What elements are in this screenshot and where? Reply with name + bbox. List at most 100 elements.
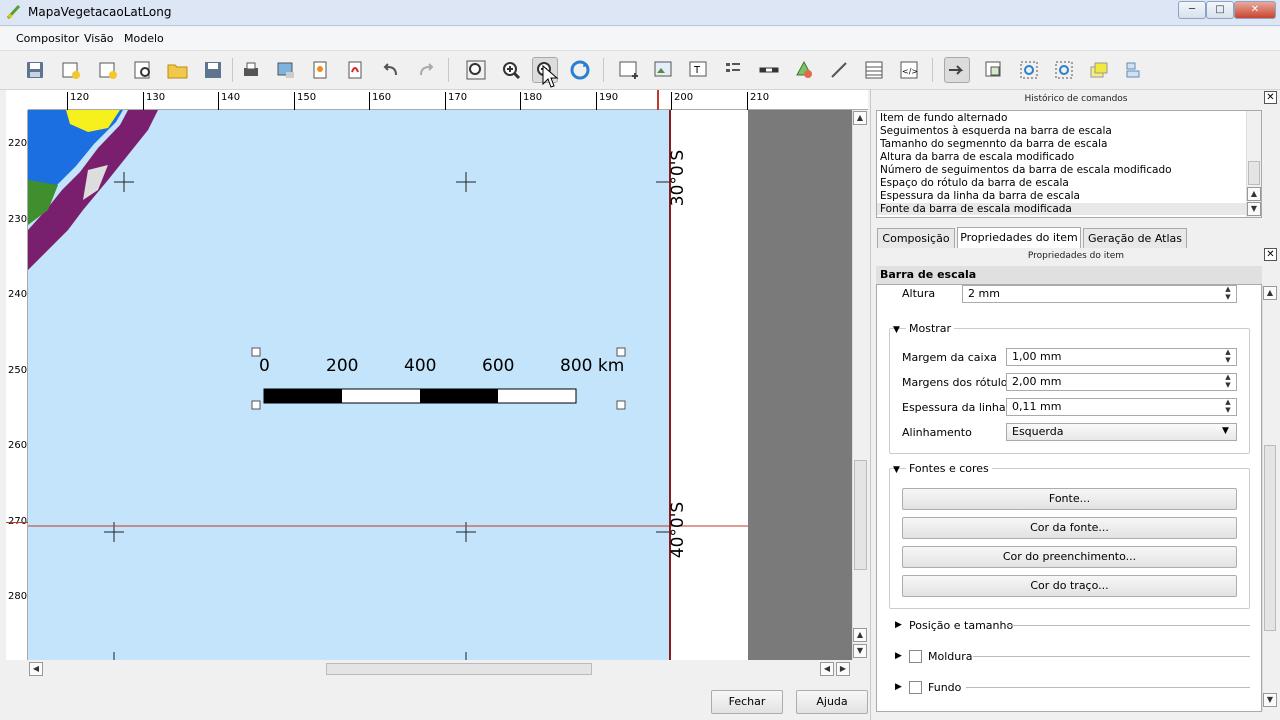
add-scalebar-icon[interactable] bbox=[756, 57, 782, 83]
props-scrollbar[interactable]: ▲ ▼ bbox=[1262, 285, 1277, 711]
cor-traco-button[interactable]: Cor do traço... bbox=[902, 575, 1237, 597]
command-history-list[interactable]: Item de fundo alternado Seguimentos à es… bbox=[876, 110, 1262, 218]
edit-nodes-icon[interactable] bbox=[1016, 57, 1042, 83]
zoom-full-icon[interactable] bbox=[463, 57, 489, 83]
duplicate-composer-icon[interactable] bbox=[95, 57, 121, 83]
mostrar-section-label: Mostrar bbox=[906, 322, 955, 335]
fontes-cores-collapse-icon[interactable]: ▼ bbox=[893, 465, 900, 475]
close-props-icon[interactable]: ✕ bbox=[1264, 248, 1277, 261]
scalebar-label-0: 0 bbox=[259, 356, 270, 376]
history-item[interactable]: Número de seguimentos da barra de escala… bbox=[880, 164, 1172, 176]
history-item[interactable]: Item de fundo alternado bbox=[880, 112, 1007, 124]
add-legend-icon[interactable] bbox=[721, 57, 747, 83]
add-map-icon[interactable] bbox=[616, 57, 642, 83]
print-icon[interactable] bbox=[238, 57, 264, 83]
espessura-linha-spinner-icon[interactable]: ▲ ▼ bbox=[1221, 398, 1235, 416]
tab-composicao[interactable]: Composição bbox=[877, 228, 955, 248]
history-item[interactable]: Seguimentos à esquerda na barra de escal… bbox=[880, 125, 1112, 137]
item-title: Barra de escala bbox=[876, 266, 1262, 284]
tab-propriedades-item[interactable]: Propriedades do item bbox=[957, 227, 1081, 248]
posicao-section-label[interactable]: Posição e tamanho bbox=[909, 619, 1013, 632]
close-history-icon[interactable]: ✕ bbox=[1264, 91, 1277, 104]
add-html-icon[interactable]: </> bbox=[896, 57, 922, 83]
qgis-app-icon bbox=[6, 4, 21, 20]
composer-manager-icon[interactable] bbox=[130, 57, 156, 83]
add-image-icon[interactable] bbox=[651, 57, 677, 83]
espessura-linha-label: Espessura da linha bbox=[902, 401, 1006, 414]
scalebar-label-400: 400 bbox=[404, 356, 437, 376]
cor-preenchimento-button[interactable]: Cor do preenchimento... bbox=[902, 546, 1237, 568]
altura-field[interactable]: 2 mm bbox=[962, 285, 1237, 303]
fundo-checkbox[interactable] bbox=[909, 681, 922, 694]
history-item-selected[interactable]: Fonte da barra de escala modificada bbox=[877, 203, 1247, 215]
new-composer-icon[interactable] bbox=[58, 57, 84, 83]
vertical-scrollbar[interactable]: ▲ ▲ ▼ bbox=[852, 110, 868, 660]
open-template-icon[interactable] bbox=[165, 57, 191, 83]
raise-item-icon[interactable] bbox=[1086, 57, 1112, 83]
maximize-button[interactable]: □ bbox=[1206, 1, 1234, 19]
margens-rotulos-label: Margens dos rótulos bbox=[902, 376, 1014, 389]
tab-geracao-atlas[interactable]: Geração de Atlas bbox=[1083, 228, 1187, 248]
margens-rotulos-spinner-icon[interactable]: ▲ ▼ bbox=[1221, 373, 1235, 391]
margem-caixa-field[interactable]: 1,00 mm bbox=[1006, 348, 1237, 366]
margens-rotulos-field[interactable]: 2,00 mm bbox=[1006, 373, 1237, 391]
window-title: MapaVegetacaoLatLong bbox=[28, 5, 172, 19]
menu-modelo[interactable]: Modelo bbox=[124, 32, 164, 45]
pan-composer-icon[interactable] bbox=[1051, 57, 1077, 83]
export-pdf-icon[interactable] bbox=[343, 57, 369, 83]
redo-icon[interactable] bbox=[413, 57, 439, 83]
save-icon[interactable] bbox=[22, 57, 48, 83]
altura-label: Altura bbox=[902, 287, 936, 300]
altura-spinner-icon[interactable]: ▲ ▼ bbox=[1221, 285, 1235, 303]
zoom-in-icon[interactable] bbox=[498, 57, 524, 83]
menu-compositor[interactable]: Compositor bbox=[16, 32, 79, 45]
history-item[interactable]: Altura da barra de escala modificado bbox=[880, 151, 1074, 163]
fontes-cores-section-label: Fontes e cores bbox=[906, 462, 992, 475]
history-item[interactable]: Tamanho do segmennto da barra de escala bbox=[880, 138, 1107, 150]
undo-icon[interactable] bbox=[378, 57, 404, 83]
add-arrow-icon[interactable] bbox=[826, 57, 852, 83]
chevron-down-icon[interactable]: ▼ bbox=[1222, 426, 1229, 436]
add-shape-icon[interactable] bbox=[791, 57, 817, 83]
save-template-icon[interactable] bbox=[200, 57, 226, 83]
history-item[interactable]: Espessura da linha da barra de escala bbox=[880, 190, 1080, 202]
scalebar-label-200: 200 bbox=[326, 356, 359, 376]
close-window-button[interactable]: ✕ bbox=[1234, 1, 1276, 19]
export-svg-icon[interactable] bbox=[308, 57, 334, 83]
help-button[interactable]: Ajuda bbox=[796, 690, 868, 714]
svg-text:</>: </> bbox=[902, 67, 918, 76]
margem-caixa-spinner-icon[interactable]: ▲ ▼ bbox=[1221, 348, 1235, 366]
select-move-item-icon[interactable] bbox=[944, 57, 970, 83]
close-button[interactable]: Fechar bbox=[711, 690, 783, 714]
margem-caixa-label: Margem da caixa bbox=[902, 351, 997, 364]
history-panel-header: Histórico de comandos bbox=[1024, 94, 1128, 104]
export-image-icon[interactable] bbox=[273, 57, 299, 83]
fonte-button[interactable]: Fonte... bbox=[902, 488, 1237, 510]
refresh-icon[interactable] bbox=[567, 57, 593, 83]
scalebar-label-800km: 800 km bbox=[560, 356, 625, 376]
latitude-label-40s: 40°0'S bbox=[668, 501, 688, 559]
posicao-expand-icon[interactable]: ▶ bbox=[895, 620, 902, 630]
scalebar-label-600: 600 bbox=[482, 356, 515, 376]
add-label-icon[interactable]: T bbox=[686, 57, 712, 83]
move-content-icon[interactable] bbox=[981, 57, 1007, 83]
horizontal-scrollbar[interactable]: ◀ ◀ ▶ bbox=[28, 660, 852, 678]
mouse-pointer-icon bbox=[542, 64, 559, 88]
cor-fonte-button[interactable]: Cor da fonte... bbox=[902, 517, 1237, 539]
title-bar: MapaVegetacaoLatLong ─ □ ✕ bbox=[0, 0, 1280, 26]
latitude-label-30s: 30°0'S bbox=[668, 149, 688, 207]
align-items-icon[interactable] bbox=[1121, 57, 1147, 83]
vertical-ruler: 220 230 240 250 260 270 280 bbox=[6, 110, 28, 660]
moldura-expand-icon[interactable]: ▶ bbox=[895, 651, 902, 661]
espessura-linha-field[interactable]: 0,11 mm bbox=[1006, 398, 1237, 416]
fundo-expand-icon[interactable]: ▶ bbox=[895, 682, 902, 692]
composer-canvas[interactable]: 0 200 400 600 800 km 30°0'S 40°0'S bbox=[28, 110, 852, 660]
history-item[interactable]: Espaço do rótulo da barra de escala bbox=[880, 177, 1069, 189]
mostrar-collapse-icon[interactable]: ▼ bbox=[893, 325, 900, 335]
menu-visao[interactable]: Visão bbox=[84, 32, 114, 45]
add-table-icon[interactable] bbox=[861, 57, 887, 83]
minimize-button[interactable]: ─ bbox=[1178, 1, 1206, 19]
menu-bar: Compositor Visão Modelo bbox=[0, 27, 1280, 51]
alinhamento-select[interactable]: Esquerda bbox=[1006, 423, 1237, 441]
moldura-checkbox[interactable] bbox=[909, 650, 922, 663]
